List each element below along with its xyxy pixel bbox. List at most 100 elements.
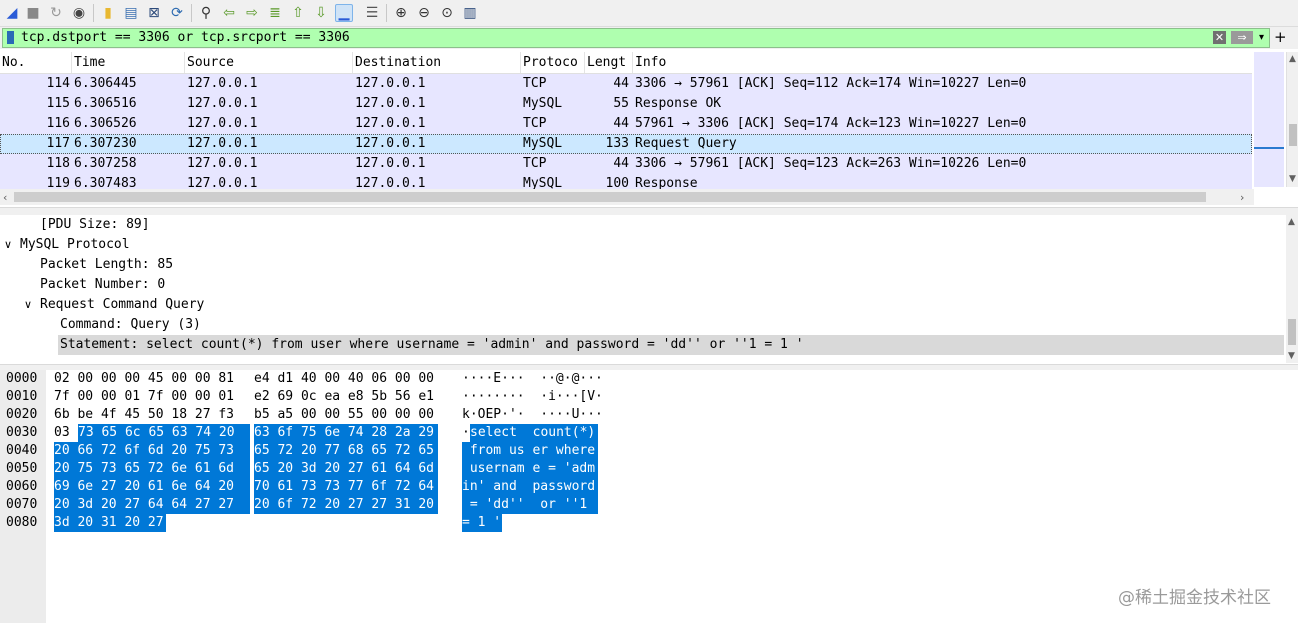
scroll-up-icon[interactable]: ▲ <box>1288 217 1295 227</box>
packet-row[interactable]: 116 6.306526 127.0.0.1 127.0.0.1 TCP 44 … <box>0 114 1252 134</box>
display-filter-input[interactable]: tcp.dstport == 3306 or tcp.srcport == 33… <box>2 28 1270 48</box>
column-header-time[interactable]: Time <box>72 52 185 73</box>
cell-length: 44 <box>613 116 629 131</box>
detail-command[interactable]: Command: Query (3) <box>60 315 201 335</box>
hex-bytes-highlighted[interactable]: 63 6f 75 6e 74 28 2a 29 <box>254 424 438 442</box>
hex-bytes[interactable]: b5 a5 00 00 55 00 00 00 <box>254 406 434 424</box>
scroll-left-icon[interactable]: ‹ <box>3 191 7 204</box>
ascii-bytes-highlighted[interactable]: = 'dd'' or ''1 <box>462 496 598 514</box>
go-to-packet-icon[interactable]: ≣ <box>266 4 284 22</box>
hex-bytes[interactable]: 7f 00 00 01 7f 00 00 01 <box>54 388 234 406</box>
toolbar-separator <box>191 4 192 22</box>
zoom-in-icon[interactable]: ⊕ <box>392 4 410 22</box>
ascii-bytes-highlighted[interactable]: select count(*) <box>470 424 598 442</box>
ascii-bytes[interactable]: · <box>462 424 470 442</box>
stop-icon[interactable]: ■ <box>24 4 42 22</box>
packet-list-horizontal-scrollbar[interactable]: ‹ › <box>0 189 1254 205</box>
go-back-icon[interactable]: ⇦ <box>220 4 238 22</box>
open-file-icon[interactable]: ▮ <box>99 4 117 22</box>
detail-packet-length[interactable]: Packet Length: 85 <box>40 255 173 275</box>
detail-mysql-protocol[interactable]: MySQL Protocol <box>20 235 130 255</box>
byte-offset: 0010 <box>6 389 38 404</box>
column-header-protocol[interactable]: Protoco <box>521 52 585 73</box>
hex-bytes-highlighted[interactable]: 20 66 72 6f 6d 20 75 73 <box>54 442 250 460</box>
zoom-normal-icon[interactable]: ⊙ <box>438 4 456 22</box>
collapse-chevron-icon[interactable]: ∨ <box>4 235 12 255</box>
save-file-icon[interactable]: ▤ <box>122 4 140 22</box>
toolbar-separator <box>386 4 387 22</box>
cell-length: 55 <box>613 96 629 111</box>
packet-row-selected[interactable]: 117 6.307230 127.0.0.1 127.0.0.1 MySQL 1… <box>0 134 1252 154</box>
go-first-icon[interactable]: ⇧ <box>289 4 307 22</box>
options-icon[interactable]: ◉ <box>70 4 88 22</box>
hex-bytes-highlighted[interactable]: 70 61 73 73 77 6f 72 64 <box>254 478 438 496</box>
byte-offset: 0060 <box>6 479 38 494</box>
hex-bytes-highlighted[interactable]: 65 72 20 77 68 65 72 65 <box>254 442 438 460</box>
reload-file-icon[interactable]: ⟳ <box>168 4 186 22</box>
restart-icon[interactable]: ↻ <box>47 4 65 22</box>
autoscroll-icon[interactable]: ▁ <box>335 4 353 22</box>
detail-request-command[interactable]: Request Command Query <box>40 295 204 315</box>
hex-bytes-highlighted[interactable]: 20 3d 20 27 64 64 27 27 <box>54 496 250 514</box>
hex-bytes[interactable]: e2 69 0c ea e8 5b 56 e1 <box>254 388 434 406</box>
bookmark-icon[interactable] <box>7 31 14 44</box>
go-forward-icon[interactable]: ⇨ <box>243 4 261 22</box>
hex-bytes-highlighted[interactable]: 3d 20 31 20 27 <box>54 514 166 532</box>
colorize-icon[interactable]: ☰ <box>363 4 381 22</box>
hex-bytes-highlighted[interactable]: 20 6f 72 20 27 27 31 20 <box>254 496 438 514</box>
scroll-down-icon[interactable]: ▼ <box>1289 174 1296 184</box>
column-header-source[interactable]: Source <box>185 52 353 73</box>
column-header-length[interactable]: Lengt <box>585 52 633 73</box>
byte-offset: 0050 <box>6 461 38 476</box>
packet-list-minimap[interactable] <box>1254 52 1284 187</box>
column-header-no[interactable]: No. <box>0 52 72 73</box>
hex-bytes-highlighted[interactable]: 73 65 6c 65 63 74 20 <box>78 424 250 442</box>
hex-bytes[interactable]: e4 d1 40 00 40 06 00 00 <box>254 370 434 388</box>
ascii-bytes-highlighted[interactable]: from us er where <box>462 442 598 460</box>
detail-pdu-size[interactable]: [PDU Size: 89] <box>40 215 150 235</box>
hex-bytes-highlighted[interactable]: 65 20 3d 20 27 61 64 6d <box>254 460 438 478</box>
ascii-bytes[interactable]: ····E··· ··@·@··· <box>462 370 603 388</box>
clear-filter-icon[interactable]: ✕ <box>1213 31 1226 44</box>
shark-fin-icon[interactable]: ◢ <box>3 4 21 22</box>
ascii-bytes-highlighted[interactable]: usernam e = 'adm <box>462 460 598 478</box>
cell-time: 6.307258 <box>74 156 137 171</box>
find-icon[interactable]: ⚲ <box>197 4 215 22</box>
ascii-bytes-highlighted[interactable]: = 1 ' <box>462 514 502 532</box>
go-last-icon[interactable]: ⇩ <box>312 4 330 22</box>
column-header-destination[interactable]: Destination <box>353 52 521 73</box>
ascii-bytes[interactable]: k·OEP·'· ····U··· <box>462 406 603 424</box>
cell-destination: 127.0.0.1 <box>355 116 426 131</box>
column-header-info[interactable]: Info <box>633 52 1252 73</box>
scrollbar-thumb[interactable] <box>1289 124 1297 146</box>
scroll-right-icon[interactable]: › <box>1240 191 1244 204</box>
scroll-up-icon[interactable]: ▲ <box>1289 54 1296 64</box>
display-filter-text[interactable]: tcp.dstport == 3306 or tcp.srcport == 33… <box>21 29 350 47</box>
scrollbar-thumb[interactable] <box>1288 319 1296 345</box>
scroll-down-icon[interactable]: ▼ <box>1288 351 1295 361</box>
hex-bytes[interactable]: 6b be 4f 45 50 18 27 f3 <box>54 406 234 424</box>
collapse-chevron-icon[interactable]: ∨ <box>24 295 32 315</box>
close-file-icon[interactable]: ⊠ <box>145 4 163 22</box>
ascii-bytes-highlighted[interactable]: in' and password <box>462 478 598 496</box>
packet-list-vertical-scrollbar[interactable]: ▲ ▼ <box>1286 52 1298 187</box>
zoom-out-icon[interactable]: ⊖ <box>415 4 433 22</box>
cell-time: 6.306516 <box>74 96 137 111</box>
ascii-bytes[interactable]: ········ ·i···[V· <box>462 388 603 406</box>
hex-bytes[interactable]: 02 00 00 00 45 00 00 81 <box>54 370 234 388</box>
packet-row[interactable]: 115 6.306516 127.0.0.1 127.0.0.1 MySQL 5… <box>0 94 1252 114</box>
apply-filter-icon[interactable]: ⇒ <box>1231 31 1253 44</box>
detail-statement[interactable]: Statement: select count(*) from user whe… <box>58 335 1284 355</box>
hex-bytes-highlighted[interactable]: 69 6e 27 20 61 6e 64 20 <box>54 478 250 496</box>
hex-bytes-highlighted[interactable]: 20 75 73 65 72 6e 61 6d <box>54 460 250 478</box>
detail-packet-number[interactable]: Packet Number: 0 <box>40 275 165 295</box>
packet-row[interactable]: 114 6.306445 127.0.0.1 127.0.0.1 TCP 44 … <box>0 74 1252 94</box>
filter-history-dropdown-icon[interactable]: ▾ <box>1259 29 1264 47</box>
hex-bytes[interactable]: 03 <box>54 424 70 442</box>
add-filter-button-icon[interactable]: + <box>1274 27 1287 48</box>
resize-columns-icon[interactable]: ▥ <box>461 4 479 22</box>
scrollbar-thumb[interactable] <box>14 192 1206 202</box>
details-vertical-scrollbar[interactable]: ▲ ▼ <box>1286 215 1298 363</box>
cell-destination: 127.0.0.1 <box>355 76 426 91</box>
packet-row[interactable]: 118 6.307258 127.0.0.1 127.0.0.1 TCP 44 … <box>0 154 1252 174</box>
